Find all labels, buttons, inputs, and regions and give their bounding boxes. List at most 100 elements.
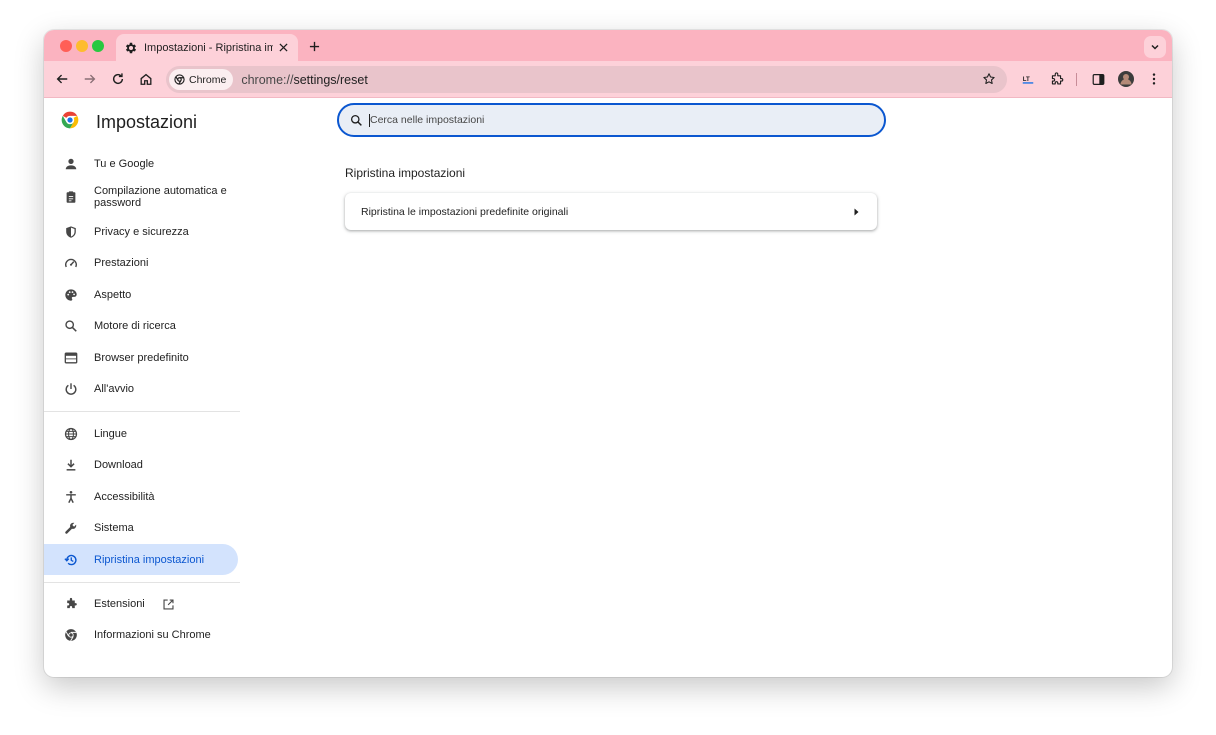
person-icon (63, 156, 79, 172)
avatar-icon (1118, 71, 1134, 87)
url-scheme: chrome:// (241, 72, 294, 87)
minimize-window-button[interactable] (76, 40, 88, 52)
sidebar-item-downloads[interactable]: Download (44, 453, 238, 477)
reset-card: Ripristina le impostazioni predefinite o… (345, 193, 877, 230)
url-text[interactable]: chrome://settings/reset (241, 73, 367, 87)
open-in-new-icon (161, 597, 175, 611)
speedometer-icon (63, 255, 79, 271)
tab-strip: Impostazioni - Ripristina impo (44, 30, 1172, 61)
translate-extension-button[interactable]: LT (1018, 69, 1038, 89)
sidebar-item-default-browser[interactable]: Browser predefinito (44, 346, 238, 370)
sidebar-item-label: Motore di ricerca (94, 320, 176, 332)
sidebar-item-reset-settings[interactable]: Ripristina impostazioni (44, 544, 238, 575)
sidebar-item-label: Sistema (94, 522, 134, 534)
browser-window-icon (63, 350, 79, 366)
page-title: Impostazioni (96, 112, 198, 132)
tab-search-button[interactable] (1144, 36, 1166, 58)
sidebar-item-appearance[interactable]: Aspetto (44, 283, 238, 307)
sidebar-item-autofill[interactable]: Compilazione automatica e password (44, 181, 238, 213)
reload-button[interactable] (108, 69, 128, 89)
sidebar-divider (44, 582, 240, 583)
sidebar-item-label: Ripristina impostazioni (94, 553, 205, 566)
puzzle-icon (1051, 71, 1063, 84)
back-button[interactable] (52, 69, 72, 89)
sidebar-item-label: Prestazioni (94, 257, 149, 269)
sidebar-item-about-chrome[interactable]: Informazioni su Chrome (44, 623, 238, 647)
home-button[interactable] (136, 69, 156, 89)
restore-defaults-row[interactable]: Ripristina le impostazioni predefinite o… (345, 193, 877, 230)
sidebar-item-label: Lingue (94, 428, 128, 440)
sidebar-item-label: Estensioni (94, 598, 145, 610)
zoom-window-button[interactable] (92, 40, 104, 52)
url-path: settings/reset (293, 72, 368, 87)
close-tab-icon[interactable] (277, 41, 290, 55)
globe-icon (63, 426, 79, 442)
address-bar[interactable]: Chrome chrome://settings/reset (166, 66, 1007, 93)
sidebar-item-label: All'avvio (94, 383, 135, 395)
accessibility-icon (63, 489, 79, 505)
settings-sidebar: Impostazioni Tu e Google Compilazione au… (44, 98, 244, 677)
chrome-logo-icon (61, 111, 79, 129)
sidebar-item-label: Privacy e sicurezza (94, 226, 189, 238)
toolbar: Chrome chrome://settings/reset LT (44, 61, 1172, 98)
sidebar-item-extensions[interactable]: Estensioni (44, 592, 238, 616)
sidebar-item-you-and-google[interactable]: Tu e Google (44, 152, 238, 176)
chevron-down-icon (1151, 44, 1159, 50)
tab-settings[interactable]: Impostazioni - Ripristina impo (116, 34, 298, 61)
site-info-label: Chrome (189, 73, 227, 86)
profile-avatar[interactable] (1116, 69, 1136, 89)
sidebar-item-performance[interactable]: Prestazioni (44, 251, 238, 275)
browser-window: Impostazioni - Ripristina impo (44, 30, 1172, 677)
sidebar-item-on-startup[interactable]: All'avvio (44, 377, 238, 401)
back-arrow-icon (56, 74, 68, 84)
home-icon (140, 73, 152, 85)
forward-arrow-icon (84, 74, 96, 84)
puzzle-icon (63, 596, 79, 612)
sidebar-divider (44, 411, 240, 412)
sidebar-item-system[interactable]: Sistema (44, 516, 238, 540)
chrome-icon (63, 627, 79, 643)
reload-icon (112, 73, 124, 85)
extensions-button[interactable] (1046, 69, 1066, 89)
restore-history-icon (63, 552, 79, 568)
sidebar-item-label: Aspetto (94, 289, 132, 301)
download-icon (63, 457, 79, 473)
sidebar-item-label: Accessibilità (94, 491, 155, 503)
settings-search-box[interactable] (337, 103, 886, 137)
toolbar-divider (1076, 73, 1077, 86)
chrome-icon (174, 74, 185, 85)
tab-title: Impostazioni - Ripristina impo (144, 41, 273, 54)
search-input[interactable] (370, 114, 850, 126)
clipboard-icon (63, 189, 79, 205)
sidebar-item-privacy[interactable]: Privacy e sicurezza (44, 220, 238, 244)
sidebar-item-label: Compilazione automatica e password (94, 185, 227, 209)
new-tab-button[interactable] (306, 38, 322, 54)
search-icon (349, 113, 363, 127)
arrow-right-icon (851, 207, 861, 217)
side-panel-icon (1092, 73, 1104, 85)
bookmark-star-icon[interactable] (981, 71, 997, 87)
sidebar-item-label: Browser predefinito (94, 352, 189, 364)
sidebar-item-label: Informazioni su Chrome (94, 629, 211, 641)
sidebar-item-label: Tu e Google (94, 158, 155, 170)
gear-icon (124, 41, 138, 55)
svg-text:LT: LT (1023, 76, 1030, 83)
sidebar-item-search-engine[interactable]: Motore di ricerca (44, 314, 238, 338)
restore-defaults-label: Ripristina le impostazioni predefinite o… (361, 205, 569, 218)
power-icon (63, 381, 79, 397)
forward-button[interactable] (80, 69, 100, 89)
language-tool-icon: LT (1022, 76, 1034, 84)
site-info-chip[interactable]: Chrome (169, 69, 234, 90)
side-panel-button[interactable] (1088, 69, 1108, 89)
palette-icon (63, 287, 79, 303)
sidebar-item-languages[interactable]: Lingue (44, 422, 238, 446)
more-vertical-icon (1152, 73, 1156, 85)
search-icon (63, 318, 79, 334)
sidebar-item-label: Download (94, 459, 143, 471)
chrome-menu-button[interactable] (1144, 69, 1164, 89)
shield-icon (63, 224, 79, 240)
close-window-button[interactable] (60, 40, 72, 52)
chrome-logo (60, 110, 80, 130)
sidebar-item-accessibility[interactable]: Accessibilità (44, 485, 238, 509)
section-title: Ripristina impostazioni (345, 166, 466, 180)
